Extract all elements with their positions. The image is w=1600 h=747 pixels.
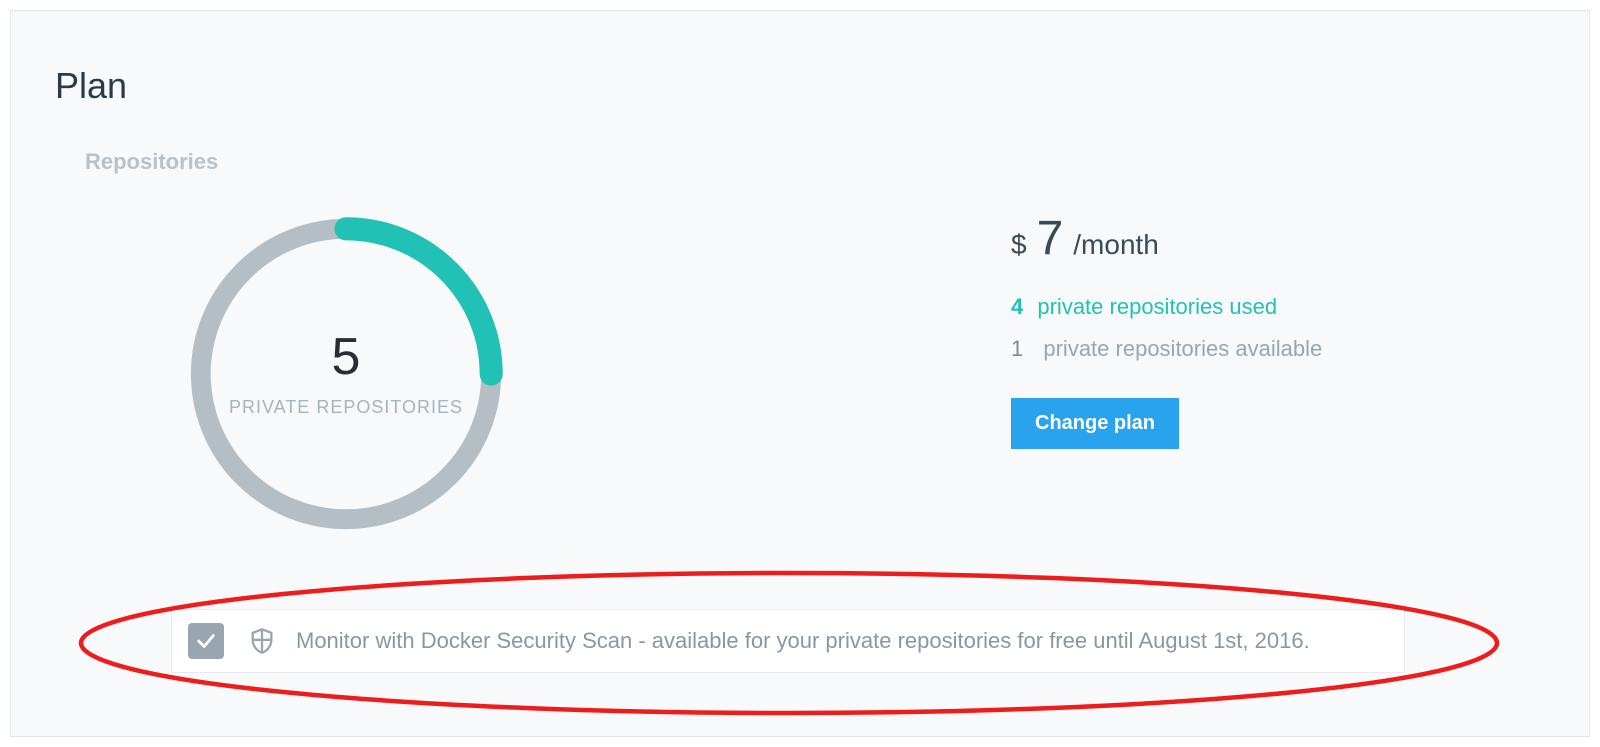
security-scan-message: Monitor with Docker Security Scan - avai… <box>296 628 1310 654</box>
price-amount: 7 <box>1037 211 1064 266</box>
repo-usage-donut: 5 PRIVATE REPOSITORIES <box>181 209 511 539</box>
check-icon <box>195 630 217 652</box>
page-title: Plan <box>55 65 127 107</box>
repos-used-count: 4 <box>1011 294 1023 319</box>
price-period: /month <box>1073 229 1159 261</box>
price-line: $ 7 /month <box>1011 211 1491 266</box>
security-scan-checkbox[interactable] <box>188 623 224 659</box>
repos-available-count: 1 <box>1011 336 1023 361</box>
change-plan-button[interactable]: Change plan <box>1011 398 1179 449</box>
repos-used-label: private repositories used <box>1037 294 1277 319</box>
price-currency: $ <box>1011 229 1027 261</box>
repos-available-line: 1 private repositories available <box>1011 336 1491 362</box>
plan-stats-block: $ 7 /month 4 private repositories used 1… <box>1011 211 1491 449</box>
repos-available-label: private repositories available <box>1043 336 1322 361</box>
plan-panel: Plan Repositories 5 PRIVATE REPOSITORIES… <box>10 10 1590 737</box>
shield-icon <box>248 627 276 655</box>
security-scan-bar: Monitor with Docker Security Scan - avai… <box>171 609 1405 673</box>
section-label-repositories: Repositories <box>85 149 218 175</box>
repos-used-line: 4 private repositories used <box>1011 294 1491 320</box>
